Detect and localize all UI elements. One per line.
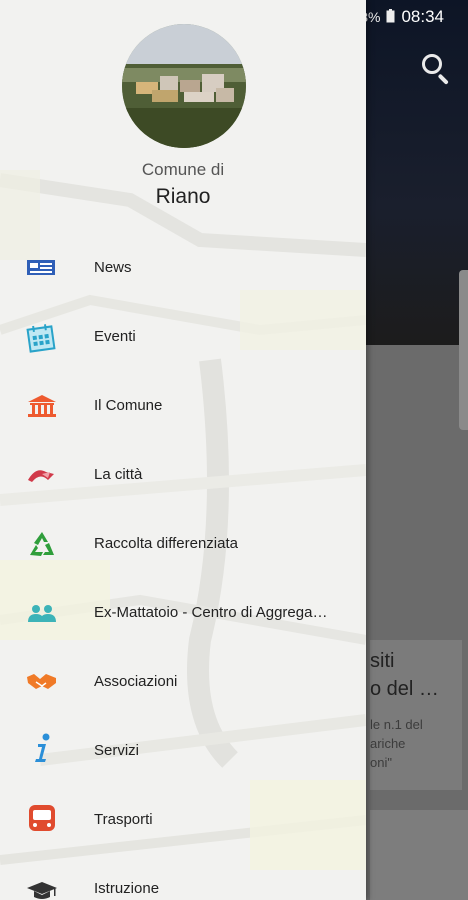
menu-item-trasporti[interactable]: Trasporti [0, 785, 366, 854]
news-card[interactable]: siti o del … le n.1 del ariche oni" [370, 640, 462, 790]
recycle-icon [26, 531, 58, 557]
menu-item-la-citta[interactable]: La città [0, 440, 366, 509]
search-button[interactable] [418, 50, 456, 88]
menu-item-istruzione[interactable]: Istruzione [0, 854, 366, 900]
card-subtitle-line: oni" [370, 755, 392, 770]
menu-item-label: Ex-Mattatoio - Centro di Aggrega… [94, 604, 328, 621]
bus-icon [26, 805, 58, 833]
navigation-drawer: Comune di Riano News Eventi Il Comune La… [0, 0, 366, 900]
menu-item-eventi[interactable]: Eventi [0, 302, 366, 371]
menu-item-ex-mattatoio[interactable]: Ex-Mattatoio - Centro di Aggrega… [0, 578, 366, 647]
battery-icon [386, 8, 395, 26]
news-card[interactable] [370, 810, 468, 900]
menu-item-label: Il Comune [94, 397, 163, 414]
menu-item-il-comune[interactable]: Il Comune [0, 371, 366, 440]
menu-item-label: Servizi [94, 742, 140, 759]
card-title-line: o del … [370, 678, 439, 700]
page-handle[interactable] [459, 270, 468, 430]
town-name: Riano [155, 185, 211, 208]
menu-item-label: Raccolta differenziata [94, 535, 238, 552]
card-subtitle-line: ariche [370, 736, 406, 751]
menu-item-servizi[interactable]: Servizi [0, 716, 366, 785]
city-icon [26, 462, 58, 488]
menu-item-label: La città [94, 466, 143, 483]
handshake-icon [26, 669, 58, 695]
menu-item-label: Istruzione [94, 880, 160, 897]
info-icon [26, 733, 58, 764]
menu-item-news[interactable]: News [0, 233, 366, 302]
menu-item-associazioni[interactable]: Associazioni [0, 647, 366, 716]
calendar-icon [26, 324, 58, 353]
newspaper-icon [26, 255, 58, 281]
search-icon [422, 54, 442, 74]
town-photo-avatar [122, 24, 246, 148]
town-hall-icon [26, 393, 58, 419]
card-title-line: siti [370, 650, 395, 672]
card-subtitle-line: le n.1 del [370, 717, 423, 732]
clock: 08:34 [401, 7, 444, 26]
menu-item-label: Associazioni [94, 673, 178, 690]
menu-item-label: Eventi [94, 328, 136, 345]
town-prefix: Comune di [141, 160, 225, 179]
menu-item-raccolta-differenziata[interactable]: Raccolta differenziata [0, 509, 366, 578]
menu-item-label: Trasporti [94, 811, 153, 828]
group-icon [26, 600, 58, 626]
menu-item-label: News [94, 259, 132, 276]
graduation-cap-icon [26, 876, 58, 900]
